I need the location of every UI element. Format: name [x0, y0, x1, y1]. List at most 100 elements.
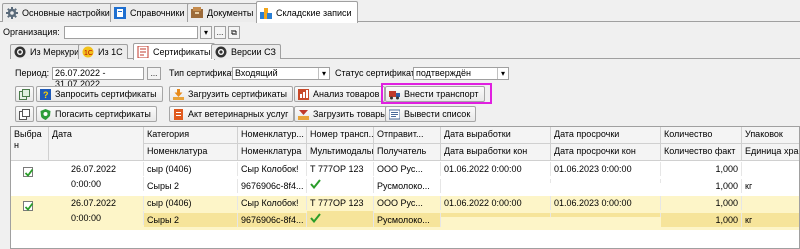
- cell-quantity-fact: 1,000: [661, 213, 742, 227]
- download-icon: [173, 88, 184, 100]
- add-transport-button[interactable]: Внести транспорт: [385, 86, 485, 102]
- organization-dropdown-button[interactable]: ▾: [200, 26, 212, 39]
- column-header-packages[interactable]: Упаковок: [742, 127, 799, 144]
- certificate-status-label: Статус сертификата:: [335, 68, 423, 78]
- certificate-status-select[interactable]: подтверждён ▾: [413, 67, 509, 80]
- shield-icon: [40, 108, 51, 120]
- copy-button[interactable]: [15, 106, 34, 122]
- checkmark-icon: [310, 213, 321, 224]
- table-row-selected[interactable]: 26.07.2022 0:00:00 сыр (0406) Сыры 2 Сыр…: [11, 196, 799, 230]
- organization-open-button[interactable]: ⧉: [228, 26, 240, 39]
- tab-label: Версии СЗ: [231, 47, 276, 57]
- book-icon: [114, 7, 126, 19]
- cell-transport: Т 777ОР 123: [307, 196, 374, 210]
- cell-sender: ООО Рус...: [374, 162, 441, 176]
- tab-label: Сертификаты: [153, 47, 211, 57]
- column-header-category[interactable]: Категория: [144, 127, 238, 144]
- tab-label: Справочники: [130, 8, 185, 18]
- tab-from-1c[interactable]: 1C Из 1С: [78, 44, 128, 59]
- button-label: Внести транспорт: [404, 89, 479, 99]
- cell-expiry-date: 01.06.2023 0:00:00: [551, 196, 661, 210]
- tab-label: Основные настройки: [22, 8, 110, 18]
- inner-tab-strip: [10, 42, 800, 59]
- column-header-quantity[interactable]: Количество: [661, 127, 742, 144]
- organization-choose-button[interactable]: ...: [214, 26, 226, 39]
- certificate-status-value: подтверждён: [416, 68, 471, 78]
- tab-sz-versions[interactable]: Версии СЗ: [211, 44, 281, 59]
- cell-time: 0:00:00: [49, 211, 144, 225]
- column-header-expiry-date[interactable]: Дата просрочки: [551, 127, 661, 144]
- cell-production-date: 01.06.2022 0:00:00: [441, 162, 551, 176]
- period-input[interactable]: 26.07.2022 - 31.07.2022: [52, 67, 144, 89]
- row-select-checkbox[interactable]: [23, 167, 34, 177]
- list-export-icon: [388, 109, 401, 120]
- gear-icon: [6, 7, 18, 19]
- tab-main-settings[interactable]: Основные настройки: [2, 3, 116, 22]
- tab-label: Документы: [207, 8, 254, 18]
- chevron-down-icon[interactable]: ▾: [497, 68, 508, 79]
- tab-label: Складские записи: [276, 7, 352, 18]
- certificate-type-select[interactable]: Входящий ▾: [232, 67, 330, 80]
- cell-quantity: 1,000: [661, 196, 742, 210]
- refresh-icon: [19, 88, 30, 100]
- column-header-storage-unit[interactable]: Единица хран: [742, 144, 799, 161]
- analyze-goods-button[interactable]: Анализ товаров: [294, 86, 386, 102]
- svg-text:1C: 1C: [84, 50, 93, 57]
- document-icon: [173, 108, 184, 120]
- organization-input[interactable]: [64, 26, 198, 39]
- cell-packages: [742, 162, 799, 166]
- column-header-nomenclature-sub[interactable]: Номенклатура: [144, 144, 238, 161]
- refresh-button[interactable]: [15, 86, 34, 102]
- cell-production-date: 01.06.2022 0:00:00: [441, 196, 551, 210]
- export-list-button[interactable]: Вывести список: [385, 106, 477, 122]
- checkmark-icon: [24, 168, 34, 177]
- cell-expiry-date: 01.06.2023 0:00:00: [551, 162, 661, 176]
- cell-receiver: Русмолоко...: [374, 179, 441, 193]
- button-label: Загрузить сертификаты: [188, 89, 288, 99]
- cell-transport: Т 777ОР 123: [307, 162, 374, 176]
- column-header-receiver[interactable]: Получатель: [374, 144, 441, 161]
- cell-production-date-end: [441, 179, 551, 183]
- chevron-down-icon[interactable]: ▾: [318, 68, 329, 79]
- column-header-multimodal[interactable]: Мультимодальн: [307, 144, 374, 161]
- vet-services-act-button[interactable]: Акт ветеринарных услуг: [169, 106, 295, 122]
- certificates-table: Выбра н Дата Категория Номенклатур... Но…: [10, 126, 800, 249]
- cell-quantity: 1,000: [661, 162, 742, 176]
- copy-icon: [19, 108, 30, 120]
- column-header-nomenclature[interactable]: Номенклатур...: [238, 127, 307, 144]
- checkmark-icon: [24, 202, 34, 211]
- tab-documents[interactable]: Документы: [187, 3, 260, 22]
- column-header-production-date[interactable]: Дата выработки: [441, 127, 551, 144]
- cell-category: сыр (0406): [144, 196, 238, 210]
- tab-label: Из 1С: [98, 47, 123, 57]
- load-goods-button[interactable]: Загрузить товары: [294, 106, 393, 122]
- cell-quantity-fact: 1,000: [661, 179, 742, 193]
- request-certificates-button[interactable]: ? Запросить сертификаты: [36, 86, 163, 102]
- cell-packages: [742, 196, 799, 200]
- button-label: Погасить сертификаты: [55, 109, 151, 119]
- cell-category2: Сыры 2: [144, 179, 238, 193]
- tab-certificates[interactable]: Сертификаты: [133, 43, 216, 60]
- column-header-date[interactable]: Дата: [49, 127, 144, 161]
- column-header-production-date-end[interactable]: Дата выработки кон: [441, 144, 551, 161]
- row-select-checkbox[interactable]: [23, 201, 34, 211]
- cell-date: 26.07.2022: [49, 162, 144, 176]
- column-header-sender[interactable]: Отправит...: [374, 127, 441, 144]
- cell-time: 0:00:00: [49, 177, 144, 191]
- column-header-quantity-fact[interactable]: Количество факт: [661, 144, 742, 161]
- period-select-button[interactable]: ...: [147, 67, 161, 80]
- period-label: Период:: [15, 68, 50, 78]
- checkmark-icon: [310, 179, 321, 190]
- load-certificates-button[interactable]: Загрузить сертификаты: [169, 86, 294, 102]
- tab-label: Из Меркурий: [30, 47, 85, 57]
- column-header-transport-number[interactable]: Номер трансп...: [307, 127, 374, 144]
- column-header-nomenclature-sub2[interactable]: Номенклатура: [238, 144, 307, 161]
- cell-category2: Сыры 2: [144, 213, 238, 227]
- column-header-expiry-date-end[interactable]: Дата просрочки кон: [551, 144, 661, 161]
- table-row[interactable]: 26.07.2022 0:00:00 сыр (0406) Сыры 2 Сыр…: [11, 162, 799, 196]
- redeem-certificates-button[interactable]: Погасить сертификаты: [36, 106, 157, 122]
- truck-icon: [389, 89, 400, 100]
- tab-references[interactable]: Справочники: [110, 3, 191, 22]
- tab-warehouse-records[interactable]: Складские записи: [256, 1, 358, 23]
- column-header-selected[interactable]: Выбра н: [11, 127, 49, 161]
